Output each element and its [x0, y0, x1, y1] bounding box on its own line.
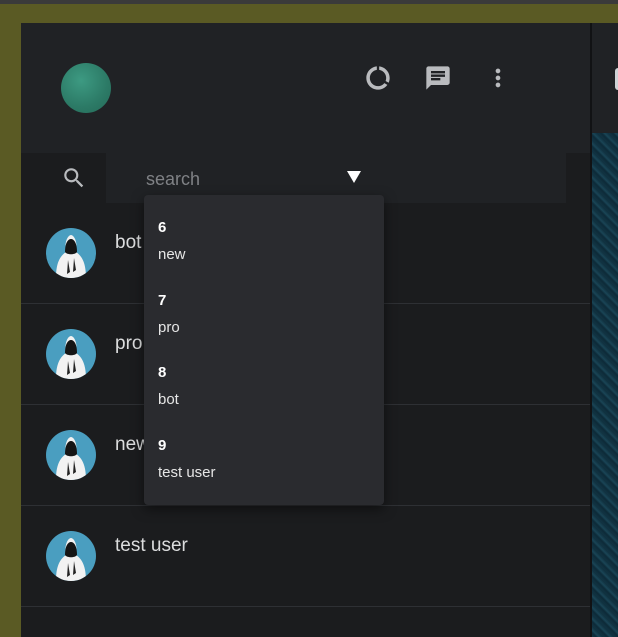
user-avatar-icon: [46, 430, 96, 480]
option-label: new: [158, 246, 186, 263]
chat-name: bot: [115, 232, 142, 253]
menu-icon[interactable]: [483, 63, 513, 93]
user-avatar-icon: [46, 531, 96, 581]
option-id: 6: [158, 219, 167, 236]
dropdown-option[interactable]: 7 pro: [158, 292, 368, 352]
user-avatar-icon: [46, 228, 96, 278]
chat-item[interactable]: test user: [21, 506, 590, 607]
dropdown-option[interactable]: 9 test user: [158, 437, 368, 497]
search-input[interactable]: [146, 167, 336, 191]
option-label: bot: [158, 391, 179, 408]
option-id: 8: [158, 364, 167, 381]
sidebar: bot pro: [21, 23, 590, 637]
search-icon[interactable]: [61, 165, 87, 191]
user-avatar-icon: [46, 329, 96, 379]
option-label: pro: [158, 319, 180, 336]
chat-app: bot pro: [21, 23, 618, 637]
dropdown-arrow-icon[interactable]: [346, 169, 362, 185]
conversation-background: [592, 133, 618, 637]
window-top-edge: [0, 0, 618, 4]
option-label: test user: [158, 464, 216, 481]
sidebar-header: [21, 23, 590, 153]
dropdown-option[interactable]: 8 bot: [158, 364, 368, 424]
option-id: 7: [158, 292, 167, 309]
new-chat-icon[interactable]: [423, 63, 453, 93]
status-icon[interactable]: [363, 63, 393, 93]
search-dropdown: 6 new 7 pro 8 bot 9 test user: [144, 195, 384, 505]
profile-avatar[interactable]: [61, 63, 111, 113]
chat-name: test user: [115, 535, 188, 556]
dropdown-option[interactable]: 6 new: [158, 219, 368, 279]
option-id: 9: [158, 437, 167, 454]
chat-name: pro: [115, 333, 143, 354]
